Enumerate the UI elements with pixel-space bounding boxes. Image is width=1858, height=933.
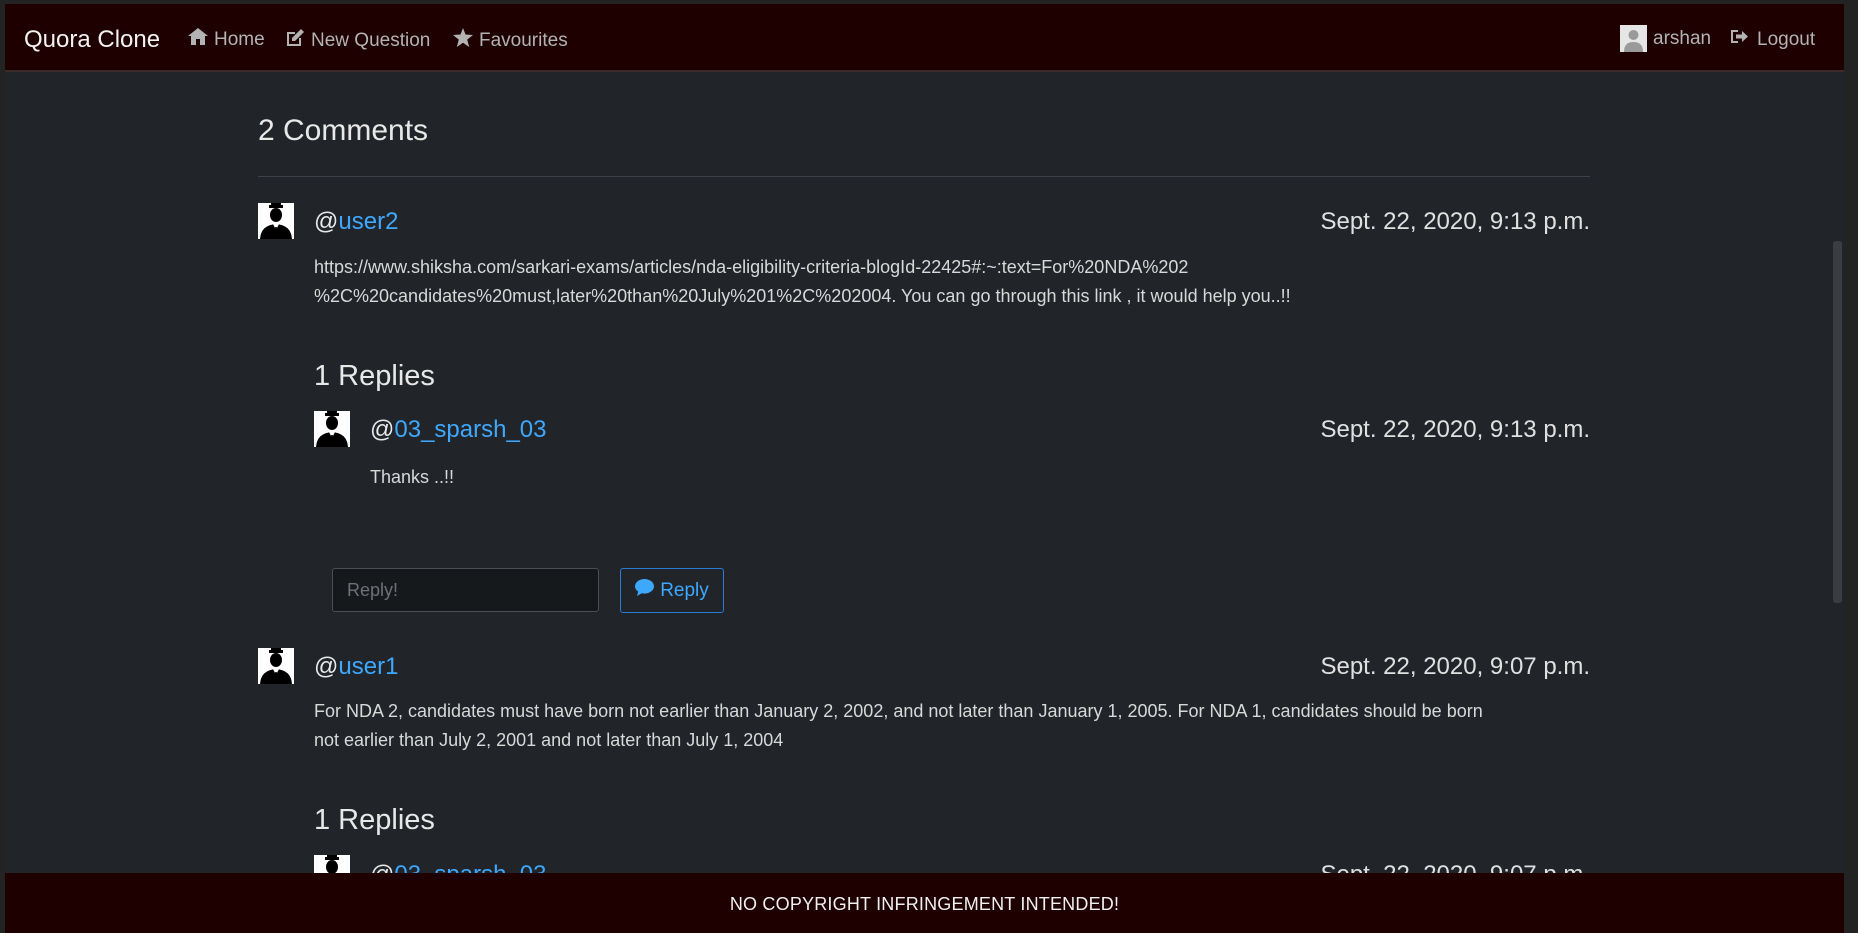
replier-avatar xyxy=(314,411,350,447)
reply-author: @03_sparsh_03 xyxy=(370,416,547,443)
comment-author-link[interactable]: user1 xyxy=(338,653,398,680)
username-label: arshan xyxy=(1653,28,1712,49)
comment-text: https://www.shiksha.com/sarkari-exams/ar… xyxy=(314,257,1291,306)
star-icon xyxy=(453,28,473,53)
comment-author-link[interactable]: user2 xyxy=(338,208,398,235)
nav-username[interactable]: arshan xyxy=(1653,28,1711,50)
nav-home-label: Home xyxy=(214,28,265,50)
top-navbar: Quora Clone Home New Question Favourites xyxy=(5,4,1844,72)
reply-text: Thanks ..!! xyxy=(370,467,455,487)
brand-logo[interactable]: Quora Clone xyxy=(24,26,160,54)
user-silhouette-icon xyxy=(316,411,348,447)
logout-icon xyxy=(1731,28,1751,51)
comments-section: 2 Comments @user2 Sept. 22, 2020, 9:13 p… xyxy=(5,72,1844,891)
user-avatar[interactable] xyxy=(1620,25,1647,52)
replies-count-title: 1 Replies xyxy=(314,804,435,836)
nav-new-question[interactable]: New Question xyxy=(285,28,430,53)
reply-author-link[interactable]: 03_sparsh_03 xyxy=(394,416,546,443)
comment-icon xyxy=(635,579,655,602)
reply-button[interactable]: Reply xyxy=(620,568,724,613)
logout-label: Logout xyxy=(1757,28,1816,50)
comment-date: Sept. 22, 2020, 9:07 p.m. xyxy=(1320,653,1590,680)
comment-date: Sept. 22, 2020, 9:13 p.m. xyxy=(1320,208,1590,235)
comment-text: For NDA 2, candidates must have born not… xyxy=(314,701,1483,750)
home-icon xyxy=(188,28,208,51)
vertical-scrollbar[interactable] xyxy=(1830,72,1844,877)
nav-home[interactable]: Home xyxy=(188,28,265,51)
nav-logout[interactable]: Logout xyxy=(1731,28,1815,51)
comment-author: @user2 xyxy=(314,208,399,235)
footer-text: NO COPYRIGHT INFRINGEMENT INTENDED! xyxy=(729,894,1120,914)
user-silhouette-icon xyxy=(260,648,292,684)
scrollbar-thumb[interactable] xyxy=(1833,241,1842,603)
commenter-avatar xyxy=(258,648,294,684)
nav-new-question-label: New Question xyxy=(311,29,431,51)
comment-author: @user1 xyxy=(314,653,399,680)
comments-count-title: 2 Comments xyxy=(258,114,429,147)
nav-favourites-label: Favourites xyxy=(479,29,568,51)
user-avatar-icon xyxy=(1624,30,1643,52)
nav-favourites[interactable]: Favourites xyxy=(453,28,568,53)
app-frame: Quora Clone Home New Question Favourites xyxy=(5,4,1844,933)
edit-icon xyxy=(285,28,305,53)
reply-input[interactable] xyxy=(332,568,599,612)
reply-date: Sept. 22, 2020, 9:13 p.m. xyxy=(1320,416,1590,443)
user-silhouette-icon xyxy=(260,203,292,239)
reply-button-label: Reply xyxy=(660,579,709,601)
replies-count-title: 1 Replies xyxy=(314,360,435,392)
divider xyxy=(258,176,1590,177)
commenter-avatar xyxy=(258,203,294,239)
footer: NO COPYRIGHT INFRINGEMENT INTENDED! xyxy=(5,873,1844,933)
